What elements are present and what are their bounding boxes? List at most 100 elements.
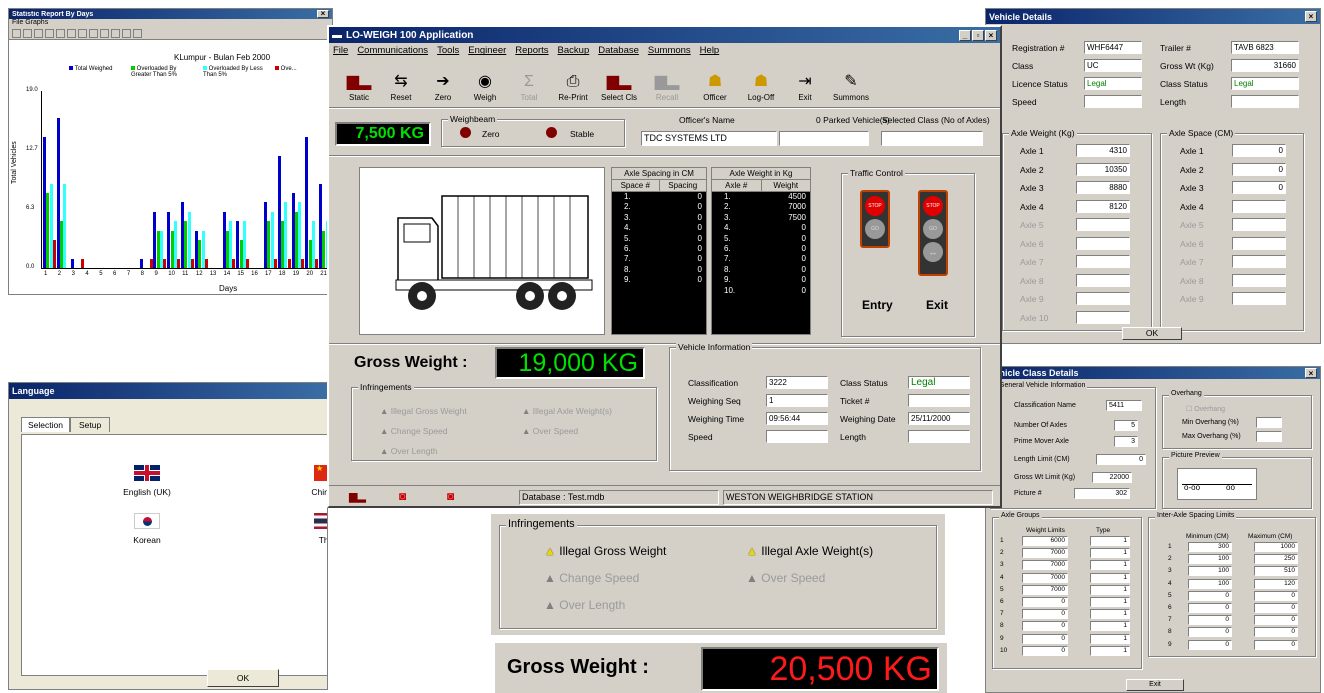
min-spacing-field[interactable]: 0: [1188, 639, 1232, 650]
axle-weight-field[interactable]: [1076, 236, 1130, 250]
axle-type-field[interactable]: 1: [1090, 560, 1130, 571]
tool-button[interactable]: [89, 29, 98, 38]
tab-setup[interactable]: Setup: [69, 417, 111, 432]
picture-number-field[interactable]: 302: [1074, 488, 1130, 499]
licence-status-field[interactable]: Legal: [1084, 77, 1142, 90]
max-spacing-field[interactable]: 250: [1254, 554, 1298, 565]
axle-space-field[interactable]: 0: [1232, 162, 1286, 176]
weight-limit-field[interactable]: 7000: [1022, 584, 1068, 595]
weighing-time-field[interactable]: 09:56:44: [766, 412, 828, 425]
weight-limit-field[interactable]: 0: [1022, 633, 1068, 644]
toolbar-select-clsbutton[interactable]: ▆▂ Select Cls: [597, 71, 641, 102]
weight-limit-field[interactable]: 0: [1022, 645, 1068, 656]
close-button[interactable]: ×: [317, 10, 329, 18]
weight-limit-field[interactable]: 0: [1022, 597, 1068, 607]
axle-space-field[interactable]: 0: [1232, 144, 1286, 157]
axle-weight-field[interactable]: 8120: [1076, 199, 1130, 213]
axle-space-field[interactable]: [1232, 292, 1286, 305]
tool-button[interactable]: [34, 29, 43, 38]
class-field[interactable]: UC: [1084, 59, 1142, 72]
registration-field[interactable]: WHF6447: [1084, 41, 1142, 54]
number-of-axles-field[interactable]: 5: [1114, 420, 1138, 431]
axle-space-field[interactable]: 0: [1232, 181, 1286, 194]
axle-weight-field[interactable]: 8880: [1076, 181, 1130, 194]
class-status-field[interactable]: Legal: [908, 376, 970, 389]
menu-communications[interactable]: Communications: [357, 45, 428, 56]
tool-button[interactable]: [100, 29, 109, 38]
signal-status-icon[interactable]: ◙: [447, 489, 454, 503]
gross-weight-field[interactable]: 31660: [1231, 59, 1299, 72]
axle-weight-field[interactable]: [1076, 273, 1130, 287]
toolbar-officerbutton[interactable]: ☗ Officer: [693, 71, 737, 102]
selected-class-field[interactable]: [881, 131, 983, 146]
tool-button[interactable]: [45, 29, 54, 38]
max-spacing-field[interactable]: 0: [1254, 603, 1298, 613]
trailer-field[interactable]: TAVB 6823: [1231, 41, 1299, 54]
axle-space-field[interactable]: [1232, 199, 1286, 213]
toolbar-resetbutton[interactable]: ⇆ Reset: [379, 71, 423, 102]
tab-selection[interactable]: Selection: [21, 417, 70, 432]
officer-name-field[interactable]: TDC SYSTEMS LTD: [641, 131, 777, 146]
weight-limit-field[interactable]: 7000: [1022, 572, 1068, 583]
close-button[interactable]: ×: [1305, 368, 1317, 378]
menu-backup[interactable]: Backup: [558, 45, 590, 56]
truck-status-icon[interactable]: ▆▂: [349, 490, 366, 503]
entry-traffic-light[interactable]: STOP GO: [860, 190, 890, 248]
menu-engineer[interactable]: Engineer: [468, 45, 506, 56]
close-button[interactable]: ×: [985, 29, 997, 41]
min-spacing-field[interactable]: 100: [1188, 566, 1232, 577]
menu-help[interactable]: Help: [700, 45, 720, 56]
min-overhang-field[interactable]: [1256, 417, 1282, 428]
weight-limit-field[interactable]: 6000: [1022, 536, 1068, 546]
min-spacing-field[interactable]: 0: [1188, 615, 1232, 626]
speed-field[interactable]: [1084, 95, 1142, 108]
max-spacing-field[interactable]: 0: [1254, 615, 1298, 626]
axle-space-field[interactable]: [1232, 236, 1286, 250]
language-option[interactable]: English (UK): [112, 465, 182, 497]
min-spacing-field[interactable]: 100: [1188, 578, 1232, 589]
language-option[interactable]: Thai: [292, 513, 327, 545]
exit-traffic-light[interactable]: STOP GO ↔: [918, 190, 948, 276]
axle-type-field[interactable]: 1: [1090, 548, 1130, 559]
menu-summons[interactable]: Summons: [648, 45, 691, 56]
language-option[interactable]: ★ Chinese: [292, 465, 327, 497]
menu-file[interactable]: File: [333, 45, 348, 56]
exit-button[interactable]: Exit: [1126, 679, 1184, 691]
axle-weight-field[interactable]: 4310: [1076, 144, 1130, 157]
weight-limit-field[interactable]: 0: [1022, 609, 1068, 620]
toolbar-recallbutton[interactable]: ▆▂ Recall: [645, 71, 689, 102]
maximize-button[interactable]: ▫: [972, 29, 984, 41]
class-status-field[interactable]: Legal: [1231, 77, 1299, 90]
length-limit-field[interactable]: 0: [1096, 454, 1146, 465]
weight-limit-field[interactable]: 7000: [1022, 560, 1068, 571]
weight-limit-field[interactable]: 0: [1022, 621, 1068, 632]
toolbar-re-printbutton[interactable]: ⎙ Re-Print: [551, 71, 595, 102]
ok-button[interactable]: OK: [207, 669, 279, 687]
toolbar-log-offbutton[interactable]: ☗ Log-Off: [739, 71, 783, 102]
axle-weight-field[interactable]: [1076, 255, 1130, 268]
max-spacing-field[interactable]: 120: [1254, 578, 1298, 589]
max-overhang-field[interactable]: [1256, 431, 1282, 442]
tool-button[interactable]: [111, 29, 120, 38]
minimize-button[interactable]: _: [959, 29, 971, 41]
gross-wt-limit-field[interactable]: 22000: [1092, 472, 1132, 483]
toolbar-staticbutton[interactable]: ▆▂ Static: [337, 71, 381, 102]
menu-tools[interactable]: Tools: [437, 45, 459, 56]
axle-space-field[interactable]: [1232, 273, 1286, 287]
axle-type-field[interactable]: 1: [1090, 645, 1130, 656]
toolbar-weighbutton[interactable]: ◉ Weigh: [463, 71, 507, 102]
axle-weight-field[interactable]: [1076, 218, 1130, 231]
ok-button[interactable]: OK: [1122, 327, 1182, 340]
toolbar-summonsbutton[interactable]: ✎ Summons: [829, 71, 873, 102]
min-spacing-field[interactable]: 100: [1188, 554, 1232, 565]
axle-type-field[interactable]: 1: [1090, 633, 1130, 644]
toolbar-totalbutton[interactable]: Σ Total: [507, 71, 551, 102]
tool-button[interactable]: [78, 29, 87, 38]
ticket-field[interactable]: [908, 394, 970, 407]
max-spacing-field[interactable]: 510: [1254, 566, 1298, 577]
length-field[interactable]: [1231, 95, 1299, 108]
overhang-checkbox[interactable]: ☐ Overhang: [1186, 405, 1225, 413]
language-option[interactable]: Korean: [112, 513, 182, 545]
prime-mover-axle-field[interactable]: 3: [1114, 436, 1138, 447]
toolbar-zerobutton[interactable]: ➔ Zero: [421, 71, 465, 102]
